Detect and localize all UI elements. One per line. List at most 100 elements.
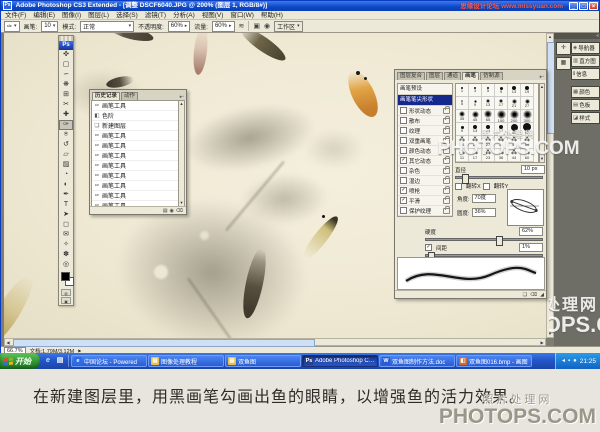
checkbox-icon[interactable]: ✓ (400, 157, 407, 164)
checkbox-icon[interactable]: ✓ (400, 187, 407, 194)
brush-preset[interactable]: 9 (495, 84, 508, 97)
tool-preset-picker[interactable]: ✑ ▾ (4, 21, 20, 32)
brush-tool[interactable]: ✑ (59, 120, 73, 130)
checkbox-icon[interactable] (483, 183, 490, 190)
brush-option[interactable]: 湿边 (398, 176, 452, 186)
slice-tool[interactable]: ✂ (59, 100, 73, 110)
dodge-tool[interactable]: ◐ (59, 180, 73, 190)
airbrush-toggle-icon[interactable]: ≋ (239, 22, 245, 30)
angle-roundness-preview[interactable] (507, 189, 544, 226)
menu-item[interactable]: 帮助(H) (261, 12, 283, 19)
new-snapshot-icon[interactable]: ◉ (170, 207, 174, 214)
history-state[interactable]: ✑画笔工具 (92, 141, 179, 151)
taskbar-task[interactable]: W双鱼图制作方法.doc (379, 355, 455, 367)
brush-preset[interactable]: 17 (495, 123, 508, 136)
brush-preset[interactable]: 27 (521, 97, 534, 110)
tray-volume-icon[interactable]: ◂ (562, 353, 565, 369)
vertical-scrollbar[interactable]: ▲ ▼ (546, 33, 554, 338)
title-bar[interactable]: Ps Adobe Photoshop CS3 Extended - [调整 DS… (1, 1, 599, 11)
tray-network-icon[interactable]: ▪ (568, 353, 570, 369)
tray-antivirus-icon[interactable]: ● (573, 353, 577, 369)
zoom-tool[interactable]: ◎ (59, 260, 73, 270)
gradient-tool[interactable]: ▨ (59, 160, 73, 170)
menu-item[interactable]: 滤镜(T) (145, 12, 166, 19)
minimize-button[interactable]: _ (569, 2, 578, 10)
checkbox-icon[interactable] (400, 207, 407, 214)
menu-item[interactable]: 选择(S) (116, 12, 138, 19)
brush-preset[interactable]: ⁂17 (469, 149, 482, 162)
path-select-tool[interactable]: ➤ (59, 210, 73, 220)
brush-presets-item[interactable]: 画笔预设 (398, 84, 452, 95)
menu-item[interactable]: 图层(L) (88, 12, 109, 19)
hand-tool[interactable]: ✽ (59, 250, 73, 260)
type-tool[interactable]: T (59, 200, 73, 210)
brush-preset[interactable]: ⁂39 (495, 136, 508, 149)
brush-option[interactable]: 双重画笔 (398, 136, 452, 146)
move-tool[interactable]: ✜ (59, 50, 73, 60)
healing-brush-tool[interactable]: ✚ (59, 110, 73, 120)
hardness-slider[interactable] (425, 238, 543, 241)
history-state[interactable]: ✑画笔工具 (92, 151, 179, 161)
brush-preset[interactable]: ⁂11 (456, 149, 469, 162)
roundness-value[interactable]: 36% (472, 208, 496, 217)
checkbox-checked-icon[interactable]: ✓ (425, 244, 432, 251)
diameter-value[interactable]: 10 px (521, 165, 545, 174)
camera-icon[interactable]: ◉ (264, 22, 270, 30)
screen-mode-button[interactable]: ▣ (61, 297, 71, 304)
panel-menu-icon[interactable]: ▸▫ (540, 74, 544, 80)
brush-size-picker[interactable]: 10 ▾ (41, 21, 58, 32)
brush-preset[interactable]: 9 (469, 97, 482, 110)
new-document-from-state-icon[interactable]: ▤ (163, 207, 168, 214)
brush-preset[interactable]: ⁂14 (456, 136, 469, 149)
brush-preset[interactable]: 65 (521, 123, 534, 136)
clone-stamp-tool[interactable]: ⍟ (59, 130, 73, 140)
brush-preset[interactable]: 1 (456, 84, 469, 97)
scroll-up-icon[interactable]: ▲ (179, 101, 184, 107)
menu-item[interactable]: 视图(V) (202, 12, 224, 19)
delete-brush-icon[interactable]: ⌫ (530, 291, 537, 298)
brush-preset[interactable]: 13 (469, 123, 482, 136)
brush-preset[interactable]: ⁂23 (482, 149, 495, 162)
brush-preset[interactable]: 5 (482, 84, 495, 97)
delete-state-icon[interactable]: ⌫ (176, 207, 183, 214)
brush-preset[interactable]: 3 (469, 84, 482, 97)
brush-option[interactable]: 散布 (398, 116, 452, 126)
menu-item[interactable]: 分析(A) (173, 12, 195, 19)
eyedropper-tool[interactable]: ✧ (59, 240, 73, 250)
brush-preset[interactable]: 5 (456, 97, 469, 110)
tab-channels[interactable]: 通道 (444, 72, 461, 80)
brush-preset[interactable]: 200 (508, 110, 521, 123)
start-button[interactable]: 开始 (0, 353, 40, 369)
brush-option[interactable]: ✓其它动态 (398, 156, 452, 166)
quick-select-tool[interactable]: ❋ (59, 80, 73, 90)
bridge-button[interactable]: ▣ (253, 22, 260, 30)
hardness-value[interactable]: 62% (519, 227, 543, 236)
crop-tool[interactable]: ⊞ (59, 90, 73, 100)
foreground-color-swatch[interactable] (61, 272, 70, 281)
notes-tool[interactable]: ✉ (59, 230, 73, 240)
tab-history[interactable]: 历史记录 (92, 92, 120, 100)
brush-preset[interactable]: 21 (508, 97, 521, 110)
brush-preset[interactable]: ⁂27 (482, 136, 495, 149)
brush-preset[interactable]: 13 (508, 84, 521, 97)
marquee-tool[interactable]: ▢ (59, 60, 73, 70)
brush-preset[interactable]: 300 (521, 110, 534, 123)
checkbox-icon[interactable] (400, 117, 407, 124)
brush-preset[interactable]: 35 (456, 110, 469, 123)
taskbar-task[interactable]: PsAdobe Photoshop CS3 (302, 355, 378, 367)
dock-panel-navigator[interactable]: ◈导航器 (571, 42, 600, 54)
dock-panel-color[interactable]: ▦颜色 (571, 86, 600, 98)
history-state[interactable]: ✑画笔工具 (92, 181, 179, 191)
brush-preset[interactable]: ⁂36 (495, 149, 508, 162)
brush-preset[interactable]: 13 (482, 97, 495, 110)
brush-preset[interactable]: ⁂44 (508, 149, 521, 162)
dock-panel-histogram[interactable]: ▥直方图 (571, 55, 600, 67)
horizontal-scrollbar[interactable]: ◀ ▶ (4, 338, 546, 346)
pen-tool[interactable]: ✒ (59, 190, 73, 200)
tab-layers[interactable]: 图层 (426, 72, 443, 80)
show-desktop-icon[interactable]: ▤ (55, 356, 65, 366)
history-state[interactable]: ✑画笔工具 (92, 131, 179, 141)
tab-layer-comps[interactable]: 图层复合 (397, 72, 425, 80)
shape-tool[interactable]: ◻ (59, 220, 73, 230)
history-state[interactable]: ◧色阶 (92, 111, 179, 121)
